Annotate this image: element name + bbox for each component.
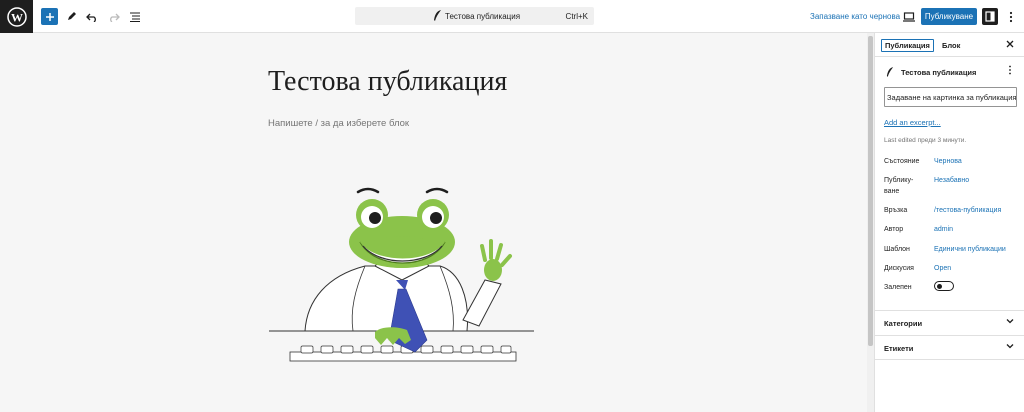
sidebar-toggle-icon[interactable]: [982, 8, 998, 25]
command-title: Тестова публикация: [445, 12, 521, 21]
sticky-label: Залепен: [884, 284, 912, 291]
tab-post[interactable]: Публикация: [881, 39, 934, 52]
author-value[interactable]: admin: [934, 226, 953, 233]
plus-icon[interactable]: [41, 8, 58, 25]
categories-panel-title: Категории: [884, 319, 923, 328]
vertical-ellipsis-icon[interactable]: [1002, 8, 1019, 25]
status-label: Състояние: [884, 158, 920, 165]
toggle-knob: [937, 283, 942, 289]
pencil-icon[interactable]: [63, 8, 80, 25]
wordpress-logo-icon[interactable]: W: [0, 0, 33, 33]
undo-icon[interactable]: [83, 8, 100, 25]
command-bar[interactable]: Тестова публикация Ctrl+K: [355, 7, 594, 25]
list-view-icon[interactable]: [126, 8, 143, 25]
save-draft-button[interactable]: Запазване като чернова: [810, 12, 900, 21]
quill-icon: [433, 10, 442, 23]
add-excerpt-link[interactable]: Add an excerpt...: [884, 118, 941, 127]
svg-text:W: W: [11, 10, 23, 24]
command-shortcut: Ctrl+K: [565, 12, 588, 21]
tags-panel[interactable]: Етикети: [875, 335, 1024, 360]
template-label: Шаблон: [884, 246, 910, 253]
discussion-label: Дискусия: [884, 265, 914, 272]
redo-icon[interactable]: [105, 8, 122, 25]
sidebar-post-title: Тестова публикация: [901, 68, 977, 77]
link-value[interactable]: /тестова-публикация: [934, 207, 1001, 214]
template-value[interactable]: Единични публикации: [934, 246, 1006, 253]
publish-button[interactable]: Публикуване: [921, 8, 977, 25]
block-placeholder[interactable]: Напишете / за да изберете блок: [268, 118, 409, 129]
editor-scrollbar-thumb[interactable]: [868, 36, 873, 346]
vertical-ellipsis-icon[interactable]: [1008, 65, 1012, 78]
quill-icon: [886, 67, 894, 79]
editor-topbar: W Тестова публикация Ctrl+K Запазване ка…: [0, 0, 1024, 33]
discussion-value[interactable]: Open: [934, 265, 951, 272]
tags-panel-title: Етикети: [884, 344, 914, 353]
settings-sidebar: Публикация Блок Тестова публикация Задав…: [874, 33, 1024, 412]
close-icon[interactable]: [1006, 39, 1014, 51]
publish-value[interactable]: Незабавно: [934, 177, 969, 184]
sidebar-tabs: Публикация Блок: [875, 33, 1024, 57]
chevron-down-icon: [1006, 342, 1014, 352]
post-title[interactable]: Тестова публикация: [268, 66, 507, 98]
link-label: Връзка: [884, 207, 908, 214]
set-featured-image-button[interactable]: Задаване на картинка за публикацията: [884, 87, 1017, 107]
author-label: Автор: [884, 226, 904, 233]
tab-block[interactable]: Блок: [939, 39, 963, 52]
desktop-preview-icon[interactable]: [900, 8, 917, 25]
last-edited-text: Last edited преди 3 минути.: [884, 137, 967, 144]
publish-label: Публику- ване: [884, 177, 914, 195]
frog-illustration: [269, 187, 534, 362]
sticky-toggle[interactable]: [934, 281, 954, 291]
categories-panel[interactable]: Категории: [875, 310, 1024, 335]
status-value[interactable]: Чернова: [934, 158, 962, 165]
chevron-down-icon: [1006, 317, 1014, 327]
